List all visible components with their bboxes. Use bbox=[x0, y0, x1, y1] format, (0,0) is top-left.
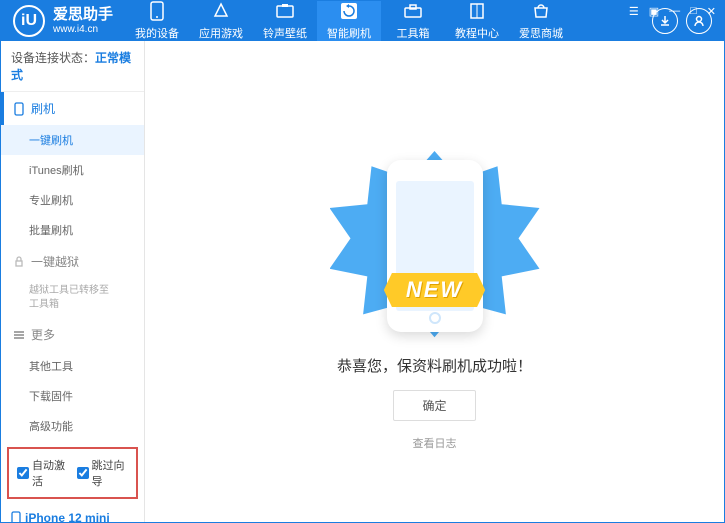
options-highlight: 自动激活 跳过向导 bbox=[7, 447, 138, 499]
sidebar-item-advanced[interactable]: 高级功能 bbox=[1, 411, 144, 441]
apps-icon bbox=[211, 1, 231, 21]
section-title: 更多 bbox=[31, 326, 55, 343]
phone-icon bbox=[147, 1, 167, 21]
nav-tutorials[interactable]: 教程中心 bbox=[445, 1, 509, 41]
app-name: 爱思助手 bbox=[53, 7, 113, 24]
app-url: www.i4.cn bbox=[53, 24, 113, 35]
close-icon[interactable]: ✕ bbox=[707, 5, 716, 18]
nav-label: 智能刷机 bbox=[327, 25, 371, 41]
list-icon bbox=[13, 330, 25, 340]
lock-icon bbox=[13, 256, 25, 268]
store-icon bbox=[531, 1, 551, 21]
menu-icon[interactable]: ☰ bbox=[629, 5, 639, 18]
nav-my-device[interactable]: 我的设备 bbox=[125, 1, 189, 41]
minimize-icon[interactable]: — bbox=[669, 5, 680, 18]
navbar: 我的设备 应用游戏 铃声壁纸 智能刷机 工具箱 教程中心 bbox=[125, 1, 573, 41]
nav-label: 我的设备 bbox=[135, 25, 179, 41]
section-jailbreak[interactable]: 一键越狱 bbox=[1, 245, 144, 278]
window-controls: ☰ ▣ — □ ✕ bbox=[629, 5, 716, 18]
nav-apps[interactable]: 应用游戏 bbox=[189, 1, 253, 41]
phone-icon bbox=[11, 511, 21, 523]
nav-label: 应用游戏 bbox=[199, 25, 243, 41]
skin-icon[interactable]: ▣ bbox=[649, 5, 659, 18]
device-info[interactable]: iPhone 12 mini 64GB Down-12mini-13,1 bbox=[1, 505, 144, 523]
nav-flash[interactable]: 智能刷机 bbox=[317, 1, 381, 41]
nav-label: 工具箱 bbox=[397, 25, 430, 41]
nav-ringtones[interactable]: 铃声壁纸 bbox=[253, 1, 317, 41]
nav-store[interactable]: 爱思商城 bbox=[509, 1, 573, 41]
success-illustration: NEW bbox=[325, 151, 545, 341]
sidebar-item-other[interactable]: 其他工具 bbox=[1, 351, 144, 381]
sidebar-item-pro[interactable]: 专业刷机 bbox=[1, 185, 144, 215]
book-icon bbox=[467, 1, 487, 21]
jailbreak-note: 越狱工具已转移至 工具箱 bbox=[1, 278, 144, 318]
success-message: 恭喜您，保资料刷机成功啦！ bbox=[337, 355, 532, 376]
folder-icon bbox=[275, 1, 295, 21]
maximize-icon[interactable]: □ bbox=[690, 5, 697, 18]
auto-activate-checkbox[interactable]: 自动激活 bbox=[17, 457, 69, 489]
sidebar-item-download-fw[interactable]: 下载固件 bbox=[1, 381, 144, 411]
sidebar-item-batch[interactable]: 批量刷机 bbox=[1, 215, 144, 245]
section-more[interactable]: 更多 bbox=[1, 318, 144, 351]
nav-toolbox[interactable]: 工具箱 bbox=[381, 1, 445, 41]
app-window: ☰ ▣ — □ ✕ iU 爱思助手 www.i4.cn 我的设备 应用游戏 bbox=[0, 0, 725, 523]
nav-label: 教程中心 bbox=[455, 25, 499, 41]
nav-label: 铃声壁纸 bbox=[263, 25, 307, 41]
sidebar-item-oneclick[interactable]: 一键刷机 bbox=[1, 125, 144, 155]
section-title: 一键越狱 bbox=[31, 253, 79, 270]
nav-label: 爱思商城 bbox=[519, 25, 563, 41]
logo-icon: iU bbox=[13, 5, 45, 37]
skip-guide-checkbox[interactable]: 跳过向导 bbox=[77, 457, 129, 489]
main-content: NEW 恭喜您，保资料刷机成功啦！ 确定 查看日志 bbox=[145, 41, 724, 523]
device-status: 设备连接状态：正常模式 bbox=[1, 41, 144, 92]
sidebar-item-itunes[interactable]: iTunes刷机 bbox=[1, 155, 144, 185]
section-title: 刷机 bbox=[31, 100, 55, 117]
confirm-button[interactable]: 确定 bbox=[393, 390, 475, 421]
logo[interactable]: iU 爱思助手 www.i4.cn bbox=[1, 5, 125, 37]
section-flash[interactable]: 刷机 bbox=[1, 92, 144, 125]
new-ribbon: NEW bbox=[384, 273, 485, 307]
view-log-link[interactable]: 查看日志 bbox=[413, 435, 457, 451]
toolbox-icon bbox=[403, 1, 423, 21]
titlebar: iU 爱思助手 www.i4.cn 我的设备 应用游戏 铃声壁纸 智能刷机 bbox=[1, 1, 724, 41]
refresh-icon bbox=[339, 1, 359, 21]
sidebar: 设备连接状态：正常模式 刷机 一键刷机 iTunes刷机 专业刷机 批量刷机 一… bbox=[1, 41, 145, 523]
phone-icon bbox=[13, 102, 25, 116]
